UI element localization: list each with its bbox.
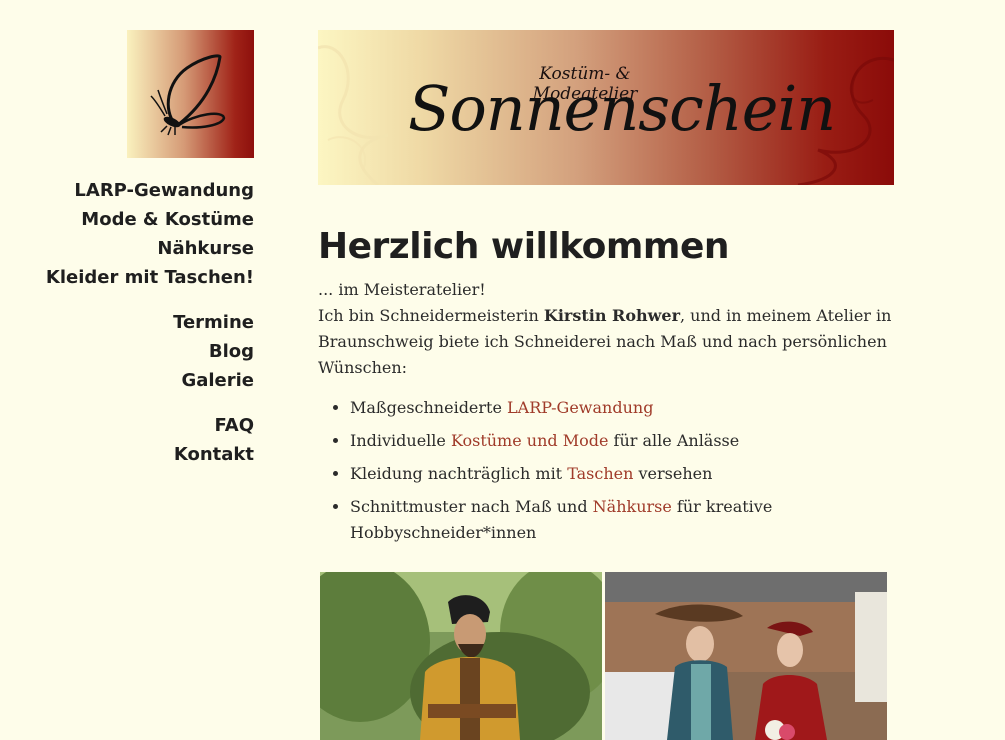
nav-group-contact: FAQ Kontakt [20,411,254,469]
services-list: Maßgeschneiderte LARP-Gewandung Individu… [318,395,893,546]
list-item-text: Maßgeschneiderte [350,398,508,417]
link-larp-gewandung[interactable]: LARP-Gewandung [507,398,653,417]
link-taschen[interactable]: Taschen [567,464,633,483]
nav-link-kleider-taschen[interactable]: Kleider mit Taschen! [20,263,254,292]
nav-link-termine[interactable]: Termine [20,308,254,337]
banner-title: Sonnenschein [408,72,836,145]
nav-link-blog[interactable]: Blog [20,337,254,366]
butterfly-icon [150,54,226,136]
photo-gallery [320,572,887,740]
page-title: Herzlich willkommen [318,226,730,267]
link-naehkurse[interactable]: Nähkurse [593,497,672,516]
photo-man-in-tunic [320,572,602,740]
list-item: Kleidung nachträglich mit Taschen verseh… [350,461,893,487]
nav-link-mode-kostueme[interactable]: Mode & Kostüme [20,205,254,234]
intro-paragraph: Ich bin Schneidermeisterin Kirstin Rohwe… [318,303,893,381]
intro-text-start: Ich bin Schneidermeisterin [318,306,544,325]
intro-line: ... im Meisteratelier! [318,280,486,299]
link-kostueme-mode[interactable]: Kostüme und Mode [451,431,609,450]
nav-link-galerie[interactable]: Galerie [20,366,254,395]
owner-name: Kirstin Rohwer [543,306,680,325]
nav-group-services: LARP-Gewandung Mode & Kostüme Nähkurse K… [20,176,254,292]
photo-fashion-costumes[interactable] [605,572,887,740]
list-item-text: Kleidung nachträglich mit [350,464,568,483]
main-content: Herzlich willkommen ... im Meisteratelie… [318,226,893,553]
site-logo[interactable] [127,30,254,158]
nav-link-kontakt[interactable]: Kontakt [20,440,254,469]
list-item-text: Individuelle [350,431,451,450]
nav-link-larp[interactable]: LARP-Gewandung [20,176,254,205]
main-navigation: LARP-Gewandung Mode & Kostüme Nähkurse K… [20,176,254,485]
list-item-text: Schnittmuster nach Maß und [350,497,593,516]
list-item-text: versehen [633,464,713,483]
list-item: Maßgeschneiderte LARP-Gewandung [350,395,893,421]
nav-group-info: Termine Blog Galerie [20,308,254,395]
list-item-text: für alle Anlässe [608,431,740,450]
photo-larp-costume[interactable] [320,572,602,740]
list-item: Schnittmuster nach Maß und Nähkurse für … [350,494,893,546]
photo-two-women-historic [605,572,887,740]
header-banner[interactable]: Kostüm- & Modeatelier Sonnenschein [318,30,894,185]
nav-link-faq[interactable]: FAQ [20,411,254,440]
nav-link-naehkurse[interactable]: Nähkurse [20,234,254,263]
list-item: Individuelle Kostüme und Mode für alle A… [350,428,893,454]
